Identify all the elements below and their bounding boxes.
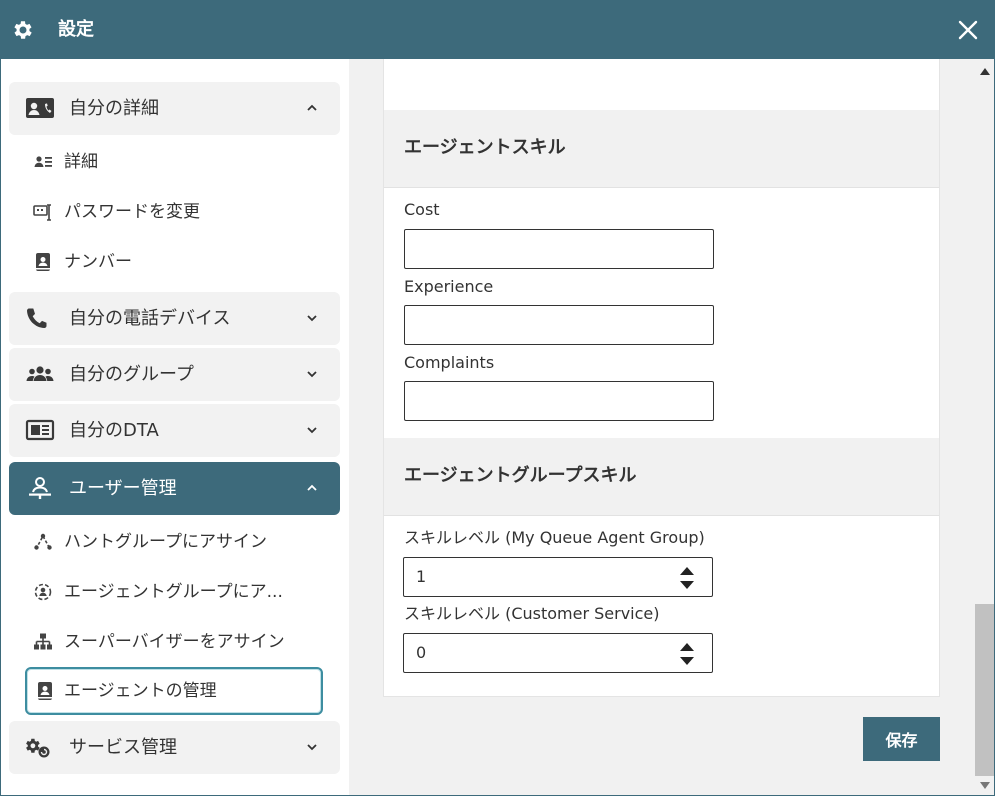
main-panel: エージェントスキル Cost Experience Complaints エージ… — [349, 59, 975, 795]
agent-settings-card: エージェントスキル Cost Experience Complaints エージ… — [383, 59, 940, 697]
field-label-cost: Cost — [404, 200, 440, 219]
contact-card-icon — [26, 98, 54, 118]
sidebar-section-label: 自分の電話デバイス — [69, 308, 231, 329]
experience-input[interactable] — [404, 305, 714, 345]
chevron-down-icon — [307, 744, 317, 751]
sidebar-item-assign-hunt-group[interactable]: ハントグループにアサイン — [25, 519, 323, 565]
sidebar-section-user-management[interactable]: ユーザー管理 — [9, 462, 340, 515]
scroll-up-arrow-icon[interactable] — [980, 68, 990, 75]
dta-icon — [25, 419, 55, 441]
sidebar-section-my-dta[interactable]: 自分のDTA — [9, 404, 340, 457]
service-gear-icon — [26, 738, 50, 758]
window-title: 設定 — [58, 19, 94, 40]
sidebar-item-label: パスワードを変更 — [64, 202, 200, 222]
gear-icon — [14, 21, 32, 39]
sidebar-item-numbers[interactable]: ナンバー — [25, 239, 323, 285]
sidebar: 自分の詳細 詳細 パスワードを変更 ナンバー 自分の電話デバイス 自分のグループ… — [1, 59, 349, 795]
section-heading: エージェントグループスキル — [404, 465, 637, 486]
sidebar-section-label: ユーザー管理 — [69, 478, 177, 499]
sidebar-item-manage-agents[interactable]: エージェントの管理 — [25, 667, 323, 715]
sidebar-item-change-password[interactable]: パスワードを変更 — [25, 189, 323, 235]
password-icon — [33, 204, 51, 221]
sidebar-section-service-management[interactable]: サービス管理 — [9, 721, 340, 774]
sidebar-item-label: エージェントグループにア... — [64, 582, 283, 602]
sidebar-section-my-details[interactable]: 自分の詳細 — [9, 82, 340, 135]
sidebar-item-label: ハントグループにアサイン — [64, 532, 267, 552]
group-icon — [26, 366, 54, 381]
id-badge-icon — [34, 156, 52, 167]
skill-level-my-queue-stepper[interactable]: 1 — [403, 557, 713, 597]
user-admin-icon — [29, 477, 51, 499]
sidebar-section-my-phone-devices[interactable]: 自分の電話デバイス — [9, 292, 340, 345]
agent-group-skills-header: エージェントグループスキル — [384, 438, 939, 516]
sidebar-section-my-groups[interactable]: 自分のグループ — [9, 348, 340, 401]
up-down-arrows-icon[interactable] — [679, 565, 695, 591]
agent-icon — [37, 682, 53, 700]
sidebar-section-label: 自分の詳細 — [69, 98, 159, 119]
up-down-arrows-icon[interactable] — [679, 641, 695, 667]
close-icon[interactable] — [957, 19, 979, 41]
sidebar-item-details[interactable]: 詳細 — [25, 139, 323, 185]
agent-skills-header: エージェントスキル — [384, 110, 939, 188]
chevron-down-icon — [307, 427, 317, 434]
phonebook-icon — [35, 253, 51, 271]
chevron-up-icon — [307, 104, 317, 111]
complaints-input[interactable] — [404, 381, 714, 421]
cost-input[interactable] — [404, 229, 714, 269]
chevron-up-icon — [307, 484, 317, 491]
sidebar-item-assign-supervisor[interactable]: スーパーバイザーをアサイン — [25, 619, 323, 665]
vertical-scrollbar[interactable] — [975, 59, 994, 795]
chevron-down-icon — [307, 315, 317, 322]
title-bar: 設定 — [1, 1, 994, 59]
chevron-down-icon — [307, 371, 317, 378]
sidebar-section-label: サービス管理 — [69, 737, 177, 758]
stepper-value: 0 — [416, 643, 427, 662]
phone-icon — [27, 308, 47, 328]
sidebar-item-assign-agent-group[interactable]: エージェントグループにア... — [25, 569, 323, 615]
field-label-skill-level-my-queue: スキルレベル (My Queue Agent Group) — [404, 528, 705, 547]
settings-window: 設定 自分の詳細 詳細 パスワードを変更 ナンバー 自分の電話デバイス 自分のグ… — [0, 0, 995, 796]
save-button[interactable]: 保存 — [863, 717, 940, 761]
sidebar-section-label: 自分のDTA — [69, 420, 159, 441]
hierarchy-icon — [34, 633, 52, 650]
hunt-group-icon — [34, 533, 52, 550]
sidebar-item-label: ナンバー — [64, 252, 132, 272]
sidebar-item-label: エージェントの管理 — [64, 681, 217, 701]
sidebar-item-label: スーパーバイザーをアサイン — [64, 632, 285, 652]
agent-group-icon — [34, 583, 52, 601]
sidebar-item-label: 詳細 — [64, 152, 98, 172]
field-label-complaints: Complaints — [404, 353, 495, 372]
sidebar-section-label: 自分のグループ — [69, 364, 194, 385]
section-heading: エージェントスキル — [404, 137, 566, 158]
stepper-value: 1 — [416, 567, 427, 586]
field-label-experience: Experience — [404, 277, 494, 296]
scrollbar-thumb[interactable] — [975, 604, 994, 776]
skill-level-customer-service-stepper[interactable]: 0 — [403, 633, 713, 673]
scroll-down-arrow-icon[interactable] — [980, 782, 990, 789]
field-label-skill-level-customer-service: スキルレベル (Customer Service) — [404, 604, 660, 623]
